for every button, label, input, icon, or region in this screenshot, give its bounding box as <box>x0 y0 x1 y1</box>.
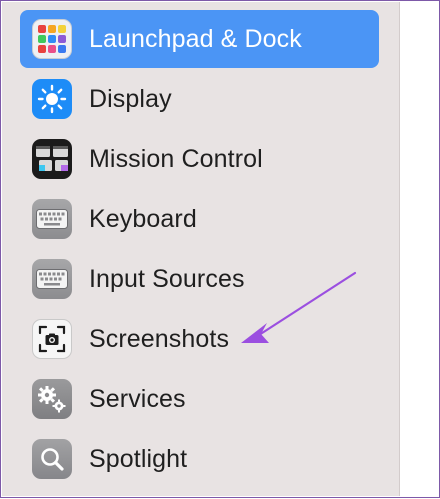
sidebar-item-label: Services <box>89 384 186 413</box>
sidebar-item-label: Keyboard <box>89 204 197 233</box>
sidebar-item-spotlight[interactable]: Spotlight <box>20 430 379 488</box>
launchpad-icon <box>32 19 72 59</box>
sidebar-item-label: Input Sources <box>89 264 245 293</box>
sidebar-item-services[interactable]: Services <box>20 370 379 428</box>
mission-control-icon <box>32 139 72 179</box>
sidebar-item-launchpad-dock[interactable]: Launchpad & Dock <box>20 10 379 68</box>
sidebar-item-display[interactable]: Display <box>20 70 379 128</box>
sidebar-item-keyboard[interactable]: Keyboard <box>20 190 379 248</box>
magnifier-icon <box>32 439 72 479</box>
settings-sidebar: Launchpad & Dock Display Mission Control… <box>2 2 400 496</box>
content-pane <box>400 2 438 496</box>
sidebar-item-label: Screenshots <box>89 324 230 353</box>
sidebar-item-label: Spotlight <box>89 444 188 473</box>
keyboard-icon <box>32 259 72 299</box>
sidebar-item-mission-control[interactable]: Mission Control <box>20 130 379 188</box>
gears-icon <box>32 379 72 419</box>
keyboard-icon <box>32 199 72 239</box>
sidebar-item-screenshots[interactable]: Screenshots <box>20 310 379 368</box>
sidebar-item-label: Mission Control <box>89 144 263 173</box>
screenshot-camera-icon <box>32 319 72 359</box>
sidebar-item-label: Display <box>89 84 172 113</box>
display-brightness-icon <box>32 79 72 119</box>
sidebar-item-label: Launchpad & Dock <box>89 24 302 53</box>
sidebar-item-input-sources[interactable]: Input Sources <box>20 250 379 308</box>
